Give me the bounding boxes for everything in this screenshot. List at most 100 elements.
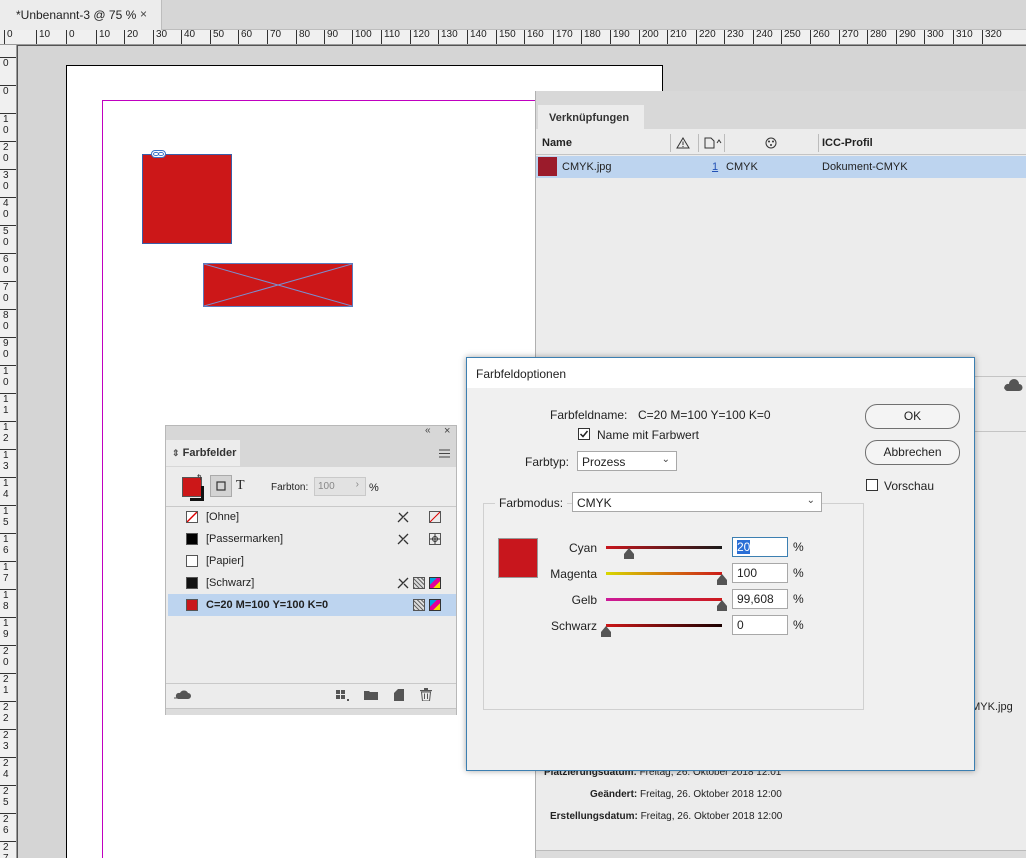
channel-unit: % [793, 566, 804, 580]
swatch-item-paper[interactable]: [Papier] [168, 550, 456, 572]
close-icon[interactable]: × [140, 7, 147, 21]
channel-slider-gelb[interactable] [606, 598, 722, 601]
link-color-space: CMYK [726, 161, 758, 173]
link-row[interactable]: CMYK.jpg 1 CMYK Dokument-CMYK [536, 156, 1026, 178]
preview-label: Vorschau [884, 479, 935, 493]
ruler-tick-label: 310 [953, 30, 973, 44]
color-preview-swatch [498, 538, 538, 578]
cmyk-icon [429, 577, 441, 589]
ruler-tick-label: 26 [0, 813, 16, 836]
swap-icon[interactable]: ↰ [196, 473, 203, 482]
collapse-icon[interactable]: « [425, 425, 431, 436]
tab-links[interactable]: Verknüpfungen [538, 105, 644, 131]
document-tab[interactable]: *Unbenannt-3 @ 75 % × [0, 0, 162, 30]
new-swatch-icon[interactable] [392, 689, 404, 704]
ruler-tick-label: 60 [238, 30, 252, 44]
ruler-tick-label: 320 [982, 30, 1002, 44]
ruler-tick-label: 50 [210, 30, 224, 44]
ruler-tick-label: 13 [0, 449, 16, 472]
image-frame-cmyk[interactable] [142, 154, 232, 244]
detail-modified-value: Freitag, 26. Oktober 2018 12:00 [640, 789, 782, 800]
color-type-value: Prozess [582, 455, 626, 469]
process-color-icon [413, 577, 425, 589]
color-type-label: Farbtyp: [525, 455, 570, 469]
link-page-number[interactable]: 1 [712, 161, 718, 173]
link-badge-icon[interactable] [151, 150, 166, 158]
swatches-divider [166, 683, 456, 684]
preview-checkbox[interactable] [866, 479, 878, 491]
channel-slider-schwarz[interactable] [606, 624, 722, 627]
ruler-tick-label: 260 [810, 30, 830, 44]
ruler-tick-label: 21 [0, 673, 16, 696]
ruler-tick-label: 30 [153, 30, 167, 44]
new-group-icon[interactable] [364, 689, 378, 704]
channel-input-cyan[interactable]: 20 [732, 537, 788, 557]
cloud-icon[interactable] [1003, 379, 1023, 396]
horizontal-ruler[interactable]: 0 10 0 10 20 30 40 50 60 70 80 90 100 110 120 130 140 150… [0, 30, 1026, 45]
channel-value: 100 [737, 566, 758, 580]
empty-graphic-frame[interactable] [203, 263, 353, 307]
swatch-name: C=20 M=100 Y=100 K=0 [206, 599, 329, 611]
ruler-tick-label: 240 [753, 30, 773, 44]
ruler-tick-label: 10 [0, 113, 16, 136]
warning-column-icon[interactable] [676, 137, 690, 152]
color-mode-group [483, 503, 864, 710]
color-mode-label: Farbmodus: [495, 496, 568, 510]
swatch-options-dialog: Farbfeldoptionen Farbfeldname: C=20 M=10… [466, 357, 975, 771]
tab-swatches[interactable]: ⇕ Farbfelder [166, 440, 240, 466]
ruler-tick-label: 27 [0, 841, 16, 858]
color-mode-select[interactable]: CMYK ⌄ [572, 492, 822, 512]
column-name[interactable]: Name [542, 137, 572, 149]
links-resize-grip[interactable] [536, 850, 1026, 858]
close-panel-icon[interactable]: × [444, 425, 450, 437]
cancel-button[interactable]: Abbrechen [865, 440, 960, 465]
channel-input-gelb[interactable]: 99,608 [732, 589, 788, 609]
ok-button[interactable]: OK [865, 404, 960, 429]
ruler-tick-label: 20 [124, 30, 138, 44]
channel-input-magenta[interactable]: 100 [732, 563, 788, 583]
ruler-tick-label: 14 [0, 477, 16, 500]
swatches-resize-grip[interactable] [166, 708, 456, 715]
channel-label-gelb: Gelb [571, 593, 597, 607]
channel-input-schwarz[interactable]: 0 [732, 615, 788, 635]
name-with-value-checkbox[interactable] [578, 428, 590, 440]
ruler-tick-label: 210 [667, 30, 687, 44]
color-column-icon[interactable] [764, 137, 778, 152]
ruler-tick-label: 60 [0, 253, 16, 276]
text-formatting-icon[interactable]: T [236, 478, 245, 494]
vertical-ruler[interactable]: 0 0 10 20 30 40 50 60 70 80 90 10 11 12 13 14 15 16 17 18 19… [0, 45, 17, 858]
tint-input[interactable]: 100 › [314, 477, 366, 496]
color-type-select[interactable]: Prozess ⌄ [577, 451, 677, 471]
panel-menu-icon[interactable] [439, 447, 450, 461]
detail-modified-date: Geändert: Freitag, 26. Oktober 2018 12:0… [590, 789, 782, 800]
swatch-item-none[interactable]: [Ohne] [168, 506, 456, 528]
swatch-name: [Papier] [206, 555, 244, 567]
page-column-icon[interactable] [704, 137, 722, 152]
stroke-swatch[interactable] [190, 486, 204, 501]
ruler-tick-label: 20 [0, 141, 16, 164]
ruler-tick-label: 300 [924, 30, 944, 44]
stepper-icon: ⇕ [172, 448, 180, 458]
swatch-item-black[interactable]: [Schwarz] [168, 572, 456, 594]
chevron-right-icon[interactable]: › [356, 479, 359, 490]
swatch-chip [186, 533, 198, 545]
document-tab-title: *Unbenannt-3 @ 75 % [16, 8, 137, 22]
ruler-tick-label: 16 [0, 533, 16, 556]
trash-icon[interactable] [420, 688, 432, 704]
ruler-tick-label: 70 [267, 30, 281, 44]
channel-unit: % [793, 540, 804, 554]
ruler-tick-label: 11 [0, 393, 16, 416]
detail-created-label: Erstellungsdatum: [550, 811, 638, 822]
channel-slider-magenta[interactable] [606, 572, 722, 575]
swatches-title: Farbfelder [182, 447, 237, 459]
column-icc-profile[interactable]: ICC-Profil [822, 137, 873, 149]
channel-label-schwarz: Schwarz [550, 619, 597, 633]
container-formatting-button[interactable] [210, 475, 232, 497]
swatch-item-selected[interactable]: C=20 M=100 Y=100 K=0 [168, 594, 456, 616]
swatch-view-icon[interactable] [336, 689, 352, 706]
cc-library-icon[interactable] [173, 688, 193, 705]
swatch-name: [Passermarken] [206, 533, 284, 545]
swatch-item-registration[interactable]: [Passermarken] [168, 528, 456, 550]
ruler-tick-label: 90 [324, 30, 338, 44]
ruler-tick-label: 250 [781, 30, 801, 44]
